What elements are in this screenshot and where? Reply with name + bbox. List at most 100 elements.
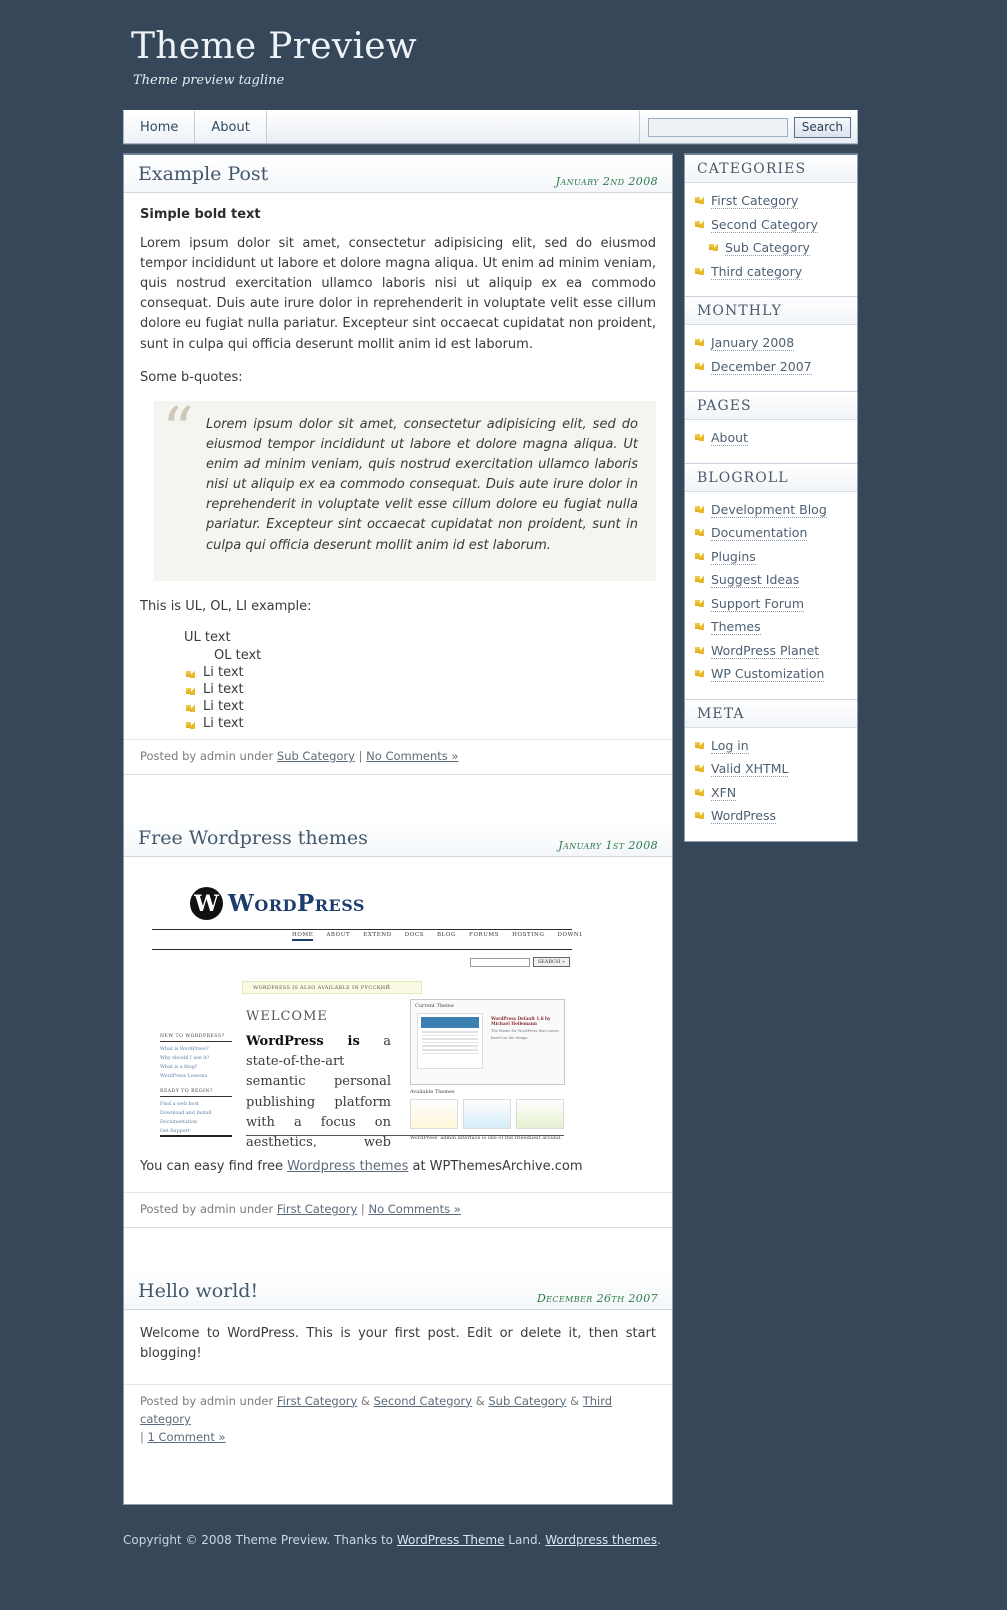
nav-menu: Home About [124,111,267,143]
main-layout: Example Post January 2nd 2008 Simple bol… [123,144,858,1505]
list-item: Li text [186,665,656,680]
meta-comments-link[interactable]: 1 Comment » [148,1430,226,1444]
post-gap [124,775,672,820]
widget-list: January 2008 December 2007 [685,325,857,391]
post-image-caption: You can easy find free Wordpress themes … [140,1159,656,1174]
sidebar-link[interactable]: Themes [711,619,761,635]
post-date: January 2nd 2008 [555,174,658,188]
sidebar-item-themes[interactable]: Themes [695,618,849,638]
li-list: Li text Li text Li text Li text [186,665,656,731]
sidebar: CATEGORIES First Category Second Categor… [684,153,858,842]
thumb-line [422,1038,478,1040]
sidebar-link[interactable]: WP Customization [711,666,825,682]
list-intro: This is UL, OL, LI example: [140,598,312,614]
sidebar-item-xfn[interactable]: XFN [695,784,849,804]
sidebar-link[interactable]: WordPress Planet [711,642,820,659]
sidebar-item-about[interactable]: About [695,429,849,449]
search-button[interactable]: Search [793,116,851,138]
post-date: January 1st 2008 [558,839,658,853]
ol-item: OL text [214,647,262,663]
sidebar-link[interactable]: Documentation [711,525,808,541]
search-input[interactable] [647,117,788,137]
wp-screenshot-search: SEARCH » [469,957,570,968]
sidebar-item-suggest-ideas[interactable]: Suggest Ideas [695,571,849,591]
meta-amp: & [472,1393,489,1408]
ul-list: UL text OL text Li text Li text Li text … [140,630,656,731]
sidebar-item-documentation[interactable]: Documentation [695,524,849,544]
post-paragraph: Lorem ipsum dolor sit amet, consectetur … [140,235,656,352]
sidebar-link[interactable]: First Category [711,193,799,209]
footer-link-wordpress-theme[interactable]: WordPress Theme [397,1533,505,1547]
sidebar-item-development-blog[interactable]: Development Blog [695,501,849,521]
meta-prefix: Posted by admin under [140,1202,277,1217]
meta-category-link[interactable]: Second Category [374,1394,473,1408]
wp-theme-desc: The theme for WordPress that comes based… [491,1029,559,1040]
sidebar-item-valid-xhtml[interactable]: Valid XHTML [695,760,849,780]
footer-link-wordpress-themes[interactable]: Wordpress themes [545,1533,657,1547]
wordpress-logo: W WordPress [190,887,365,921]
wp-link: What is WordPress? [160,1047,209,1053]
widget-title: MONTHLY [685,297,857,325]
sidebar-item-support-forum[interactable]: Support Forum [695,595,849,615]
wp-nav-item: ABOUT [326,932,351,939]
list-item: Li text [186,716,656,731]
meta-comments-link[interactable]: No Comments » [368,1202,460,1216]
wp-left-column: NEW TO WORDPRESS? What is WordPress? Why… [160,1034,232,1081]
sidebar-item-january-2008[interactable]: January 2008 [695,334,849,354]
meta-category-link[interactable]: First Category [277,1394,357,1408]
main-navigation: Home About Search [123,110,858,144]
sidebar-link[interactable]: Support Forum [711,595,805,612]
sidebar-link[interactable]: Log in [711,737,749,754]
sidebar-item-wordpress[interactable]: WordPress [695,807,849,827]
sidebar-item-wordpress-planet[interactable]: WordPress Planet [695,642,849,662]
page-title: Theme Preview [131,26,417,67]
sidebar-link[interactable]: Sub Category [725,240,810,256]
meta-category-link[interactable]: Sub Category [277,749,355,763]
sidebar-link[interactable]: WordPress [711,808,777,824]
meta-category-link[interactable]: Sub Category [488,1394,566,1408]
sidebar-item-third-category[interactable]: Third category [695,263,849,283]
wp-welcome-heading: WELCOME [246,1009,328,1025]
wp-screenshot-nav: HOME ABOUT EXTEND DOCS BLOG FORUMS HOSTI… [292,932,582,942]
page-root: Theme Preview Theme preview tagline Home… [0,0,1007,1565]
sidebar-item-plugins[interactable]: Plugins [695,548,849,568]
sidebar-item-log-in[interactable]: Log in [695,737,849,757]
sidebar-link[interactable]: Suggest Ideas [711,572,800,588]
wp-nav-item: DOWNLOAD [557,932,582,939]
thumb-line [422,1052,478,1055]
sidebar-link[interactable]: About [711,430,748,446]
post-header: Example Post January 2nd 2008 [124,155,672,193]
post-body: Simple bold text Lorem ipsum dolor sit a… [124,193,672,739]
divider [246,1135,564,1137]
sidebar-link[interactable]: January 2008 [711,335,795,351]
sidebar-item-second-category[interactable]: Second Category [695,216,849,236]
sidebar-item-first-category[interactable]: First Category [695,192,849,212]
ul-item: UL text [184,629,231,645]
sidebar-item-wp-customization[interactable]: WP Customization [695,665,849,685]
divider [152,949,572,951]
wp-current-theme-panel: Current Theme WordPress Default 1.6 by M… [410,999,565,1086]
meta-separator: | [140,1430,148,1445]
sidebar-link[interactable]: Valid XHTML [711,761,789,777]
sidebar-item-sub-category[interactable]: Sub Category [695,239,849,259]
meta-category-link[interactable]: First Category [277,1202,357,1216]
sidebar-item-december-2007[interactable]: December 2007 [695,358,849,378]
wp-theme-card [516,1099,564,1130]
sidebar-link[interactable]: Development Blog [711,501,827,518]
sidebar-link[interactable]: December 2007 [711,358,812,375]
meta-comments-link[interactable]: No Comments » [366,749,458,763]
sidebar-link[interactable]: Second Category [711,216,819,233]
search-area: Search [640,111,857,143]
post-header: Free Wordpress themes January 1st 2008 [124,819,672,858]
sidebar-link[interactable]: XFN [711,784,737,801]
widget-title: BLOGROLL [685,463,857,492]
sidebar-link[interactable]: Third category [711,263,803,280]
sidebar-link[interactable]: Plugins [711,548,756,565]
list-item: Li text [186,682,656,697]
wp-search-button: SEARCH » [532,957,570,968]
nav-item-about[interactable]: About [195,111,267,143]
nav-item-home[interactable]: Home [124,111,196,143]
post-bold-line: Simple bold text [140,206,261,222]
meta-amp: & [566,1393,583,1408]
wordpress-themes-link[interactable]: Wordpress themes [287,1159,408,1174]
